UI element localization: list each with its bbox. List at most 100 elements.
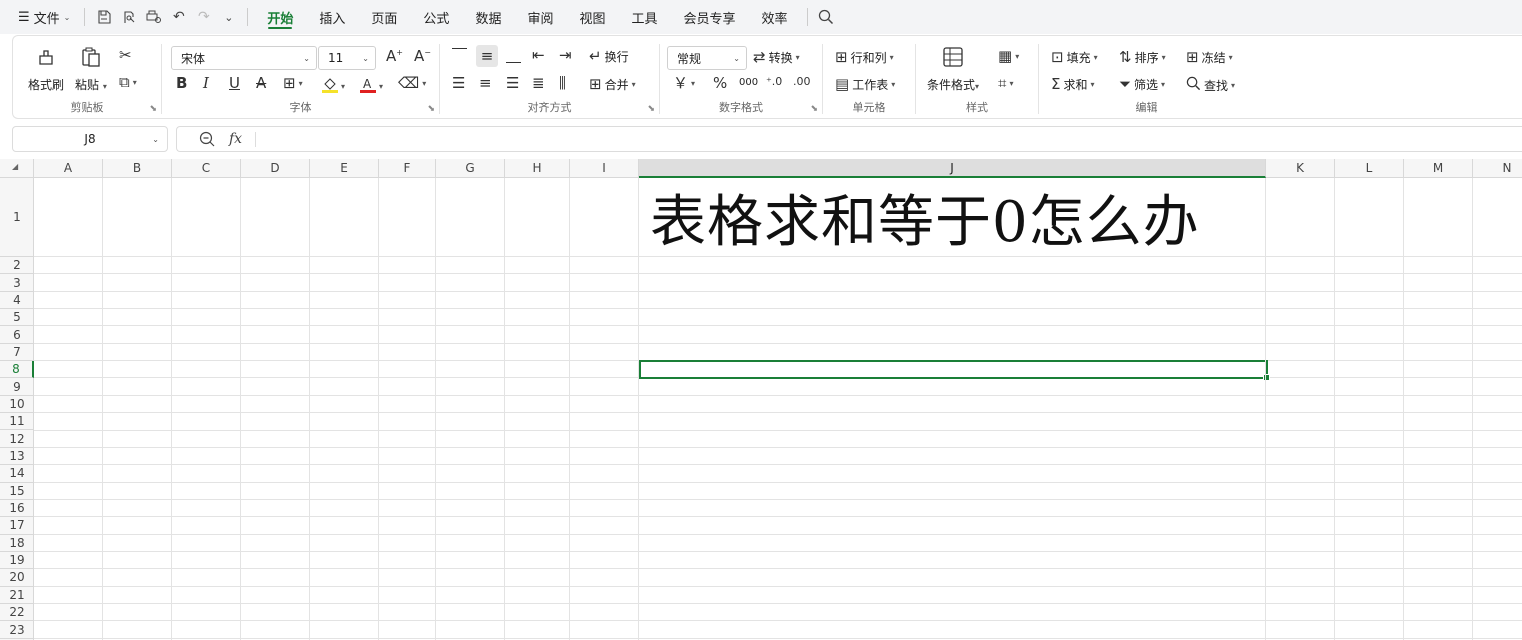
fx-icon[interactable]: fx: [229, 131, 242, 147]
more-chevron-icon[interactable]: ⌄: [216, 6, 241, 28]
column-header-j[interactable]: J: [639, 159, 1266, 178]
row-header-9[interactable]: 9: [0, 378, 34, 396]
row-header-13[interactable]: 13: [0, 448, 34, 466]
strikethrough-button[interactable]: A: [256, 76, 266, 91]
file-menu[interactable]: ☰ 文件 ⌄: [0, 8, 78, 27]
align-top-button[interactable]: ⎺: [452, 48, 467, 63]
sum-button[interactable]: Σ 求和 ▾: [1051, 76, 1095, 93]
row-header-1[interactable]: 1: [0, 178, 34, 257]
cell-j1[interactable]: 表格求和等于0怎么办: [640, 178, 1267, 257]
column-header-d[interactable]: D: [241, 159, 310, 178]
column-header-m[interactable]: M: [1404, 159, 1473, 178]
search-icon[interactable]: [814, 6, 839, 28]
row-header-19[interactable]: 19: [0, 552, 34, 570]
row-header-3[interactable]: 3: [0, 274, 34, 292]
font-size-dropdown[interactable]: 11 ⌄: [318, 46, 376, 70]
row-header-10[interactable]: 10: [0, 396, 34, 414]
tab-home[interactable]: 开始: [254, 0, 306, 34]
row-header-11[interactable]: 11: [0, 413, 34, 431]
row-header-5[interactable]: 5: [0, 309, 34, 327]
row-header-6[interactable]: 6: [0, 326, 34, 344]
column-header-h[interactable]: H: [505, 159, 570, 178]
currency-button[interactable]: ￥ ▾: [673, 76, 695, 91]
save-icon[interactable]: [91, 6, 116, 28]
bold-button[interactable]: B: [176, 76, 187, 91]
column-header-a[interactable]: A: [34, 159, 103, 178]
filter-button[interactable]: ⏷ 筛选 ▾: [1119, 76, 1165, 93]
cell-style-button[interactable]: ▦ ▾: [998, 49, 1019, 64]
font-name-dropdown[interactable]: 宋体 ⌄: [171, 46, 317, 70]
active-cell-j8[interactable]: [639, 360, 1270, 382]
dialog-launcher-icon[interactable]: ⬊: [810, 104, 818, 114]
percent-button[interactable]: %: [713, 76, 727, 91]
row-header-14[interactable]: 14: [0, 465, 34, 483]
print-preview-icon[interactable]: [116, 6, 141, 28]
cut-button[interactable]: ✂: [119, 48, 132, 63]
fill-button[interactable]: ⊡ 填充 ▾: [1051, 49, 1098, 66]
align-center-button[interactable]: ≡: [479, 76, 492, 91]
row-header-15[interactable]: 15: [0, 483, 34, 500]
undo-icon[interactable]: ↶: [166, 6, 191, 28]
decrease-font-button[interactable]: A−: [414, 49, 431, 64]
tab-formulas[interactable]: 公式: [410, 0, 462, 34]
freeze-button[interactable]: ⊞ 冻结 ▾: [1186, 49, 1233, 66]
row-header-12[interactable]: 12: [0, 431, 34, 448]
print-icon[interactable]: [141, 6, 166, 28]
tab-review[interactable]: 审阅: [514, 0, 566, 34]
dialog-launcher-icon[interactable]: ⬊: [149, 104, 157, 114]
tab-tools[interactable]: 工具: [618, 0, 670, 34]
align-left-button[interactable]: ☰: [452, 76, 465, 91]
column-header-e[interactable]: E: [310, 159, 379, 178]
font-color-button[interactable]: A ▾: [360, 76, 383, 96]
paste-button[interactable]: 粘贴 ▾: [75, 46, 107, 93]
row-header-22[interactable]: 22: [0, 604, 34, 622]
borders-button[interactable]: ⊞ ▾: [283, 76, 303, 91]
tab-data[interactable]: 数据: [462, 0, 514, 34]
clear-format-button[interactable]: ⌫ ▾: [398, 76, 426, 91]
cell-area[interactable]: 表格求和等于0怎么办: [34, 178, 1522, 640]
column-header-n[interactable]: N: [1473, 159, 1522, 178]
align-right-button[interactable]: ☰: [506, 76, 519, 91]
zoom-icon[interactable]: [199, 131, 215, 151]
row-header-21[interactable]: 21: [0, 587, 34, 604]
tab-insert[interactable]: 插入: [306, 0, 358, 34]
wrap-text-button[interactable]: ↵ 换行: [589, 48, 629, 65]
merge-button[interactable]: ⊞ 合并 ▾: [589, 76, 636, 93]
sort-button[interactable]: ⇅ 排序 ▾: [1119, 49, 1166, 66]
tab-efficiency[interactable]: 效率: [749, 0, 801, 34]
column-header-k[interactable]: K: [1266, 159, 1335, 178]
row-header-18[interactable]: 18: [0, 535, 34, 552]
dialog-launcher-icon[interactable]: ⬊: [647, 104, 655, 114]
decrease-indent-button[interactable]: ⇤: [532, 48, 545, 63]
column-header-l[interactable]: L: [1335, 159, 1404, 178]
tab-page[interactable]: 页面: [358, 0, 410, 34]
justify-button[interactable]: ≣: [532, 76, 545, 91]
tab-member[interactable]: 会员专享: [671, 0, 749, 34]
conditional-format-button[interactable]: 条件格式▾: [927, 46, 979, 93]
column-header-g[interactable]: G: [436, 159, 505, 178]
redo-icon[interactable]: ↷: [191, 6, 216, 28]
increase-font-button[interactable]: A+: [386, 49, 403, 64]
increase-indent-button[interactable]: ⇥: [559, 48, 572, 63]
align-middle-button[interactable]: ≡: [476, 45, 498, 67]
row-header-8[interactable]: 8: [0, 361, 34, 379]
align-bottom-button[interactable]: ⎽: [506, 48, 521, 63]
decrease-decimal-button[interactable]: .00: [793, 76, 811, 87]
distributed-button[interactable]: ⫼: [559, 76, 566, 91]
increase-decimal-button[interactable]: ⁺.0: [766, 76, 782, 87]
select-all-corner[interactable]: ◢: [0, 159, 34, 178]
italic-button[interactable]: I: [203, 76, 209, 91]
row-header-16[interactable]: 16: [0, 500, 34, 518]
row-header-4[interactable]: 4: [0, 292, 34, 310]
copy-button[interactable]: ⧉ ▾: [119, 75, 137, 90]
tab-view[interactable]: 视图: [566, 0, 618, 34]
row-header-23[interactable]: 23: [0, 621, 34, 639]
column-header-b[interactable]: B: [103, 159, 172, 178]
column-header-f[interactable]: F: [379, 159, 436, 178]
format-painter-button[interactable]: 格式刷: [28, 46, 64, 93]
row-header-2[interactable]: 2: [0, 257, 34, 275]
number-format-dropdown[interactable]: 常规 ⌄: [667, 46, 747, 70]
column-header-c[interactable]: C: [172, 159, 241, 178]
row-header-20[interactable]: 20: [0, 569, 34, 587]
worksheet-button[interactable]: ▤ 工作表 ▾: [835, 76, 895, 93]
